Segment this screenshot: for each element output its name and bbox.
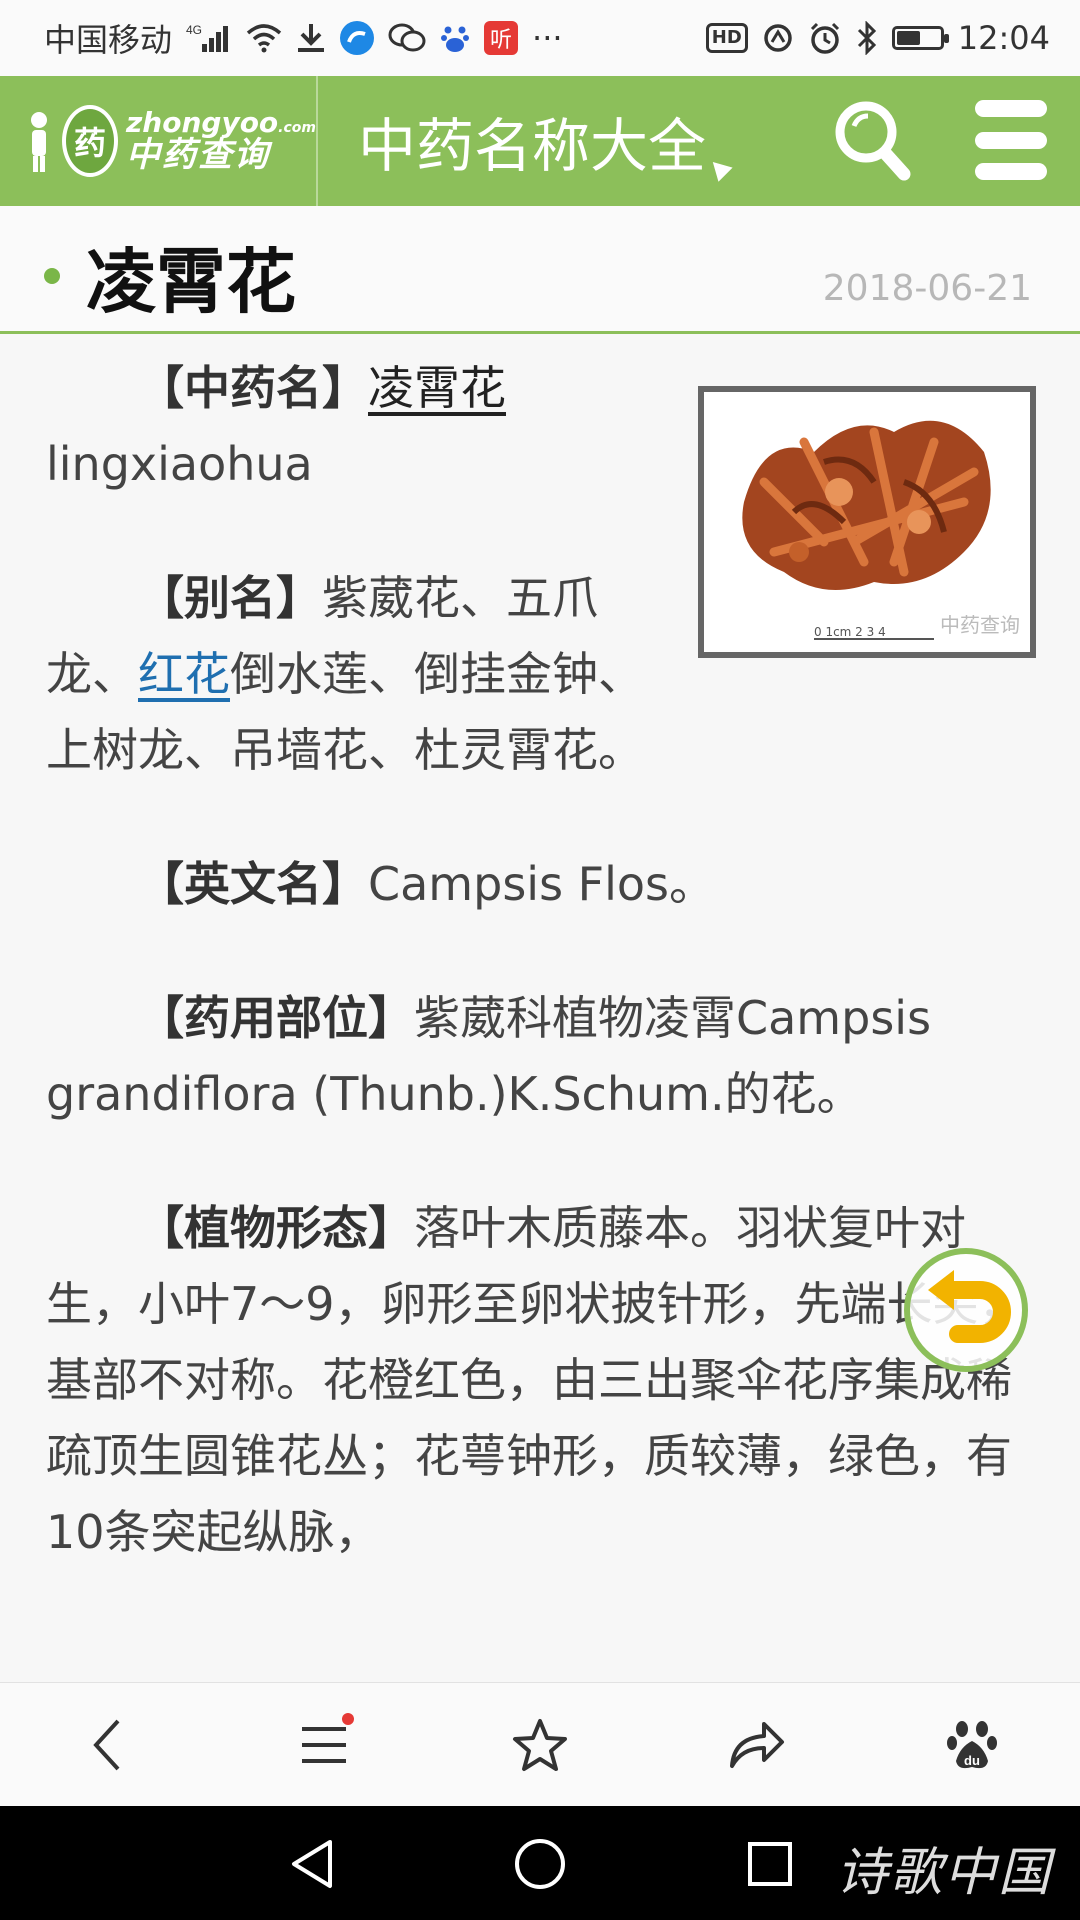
label-morphology: 【植物形态】 [138, 1201, 414, 1255]
status-bar-right: HD 12:04 [705, 19, 1050, 57]
nav-home-button[interactable] [510, 1834, 570, 1894]
menu-line [975, 100, 1047, 117]
herb-name-link[interactable]: 凌霄花 [368, 361, 506, 415]
site-header: 药 zhongyoo.com 中药查询 中药名称大全 [0, 76, 1080, 206]
article-body: 0 1cm 2 3 4 中药查询 【中药名】凌霄花 lingxiaohua 【别… [46, 350, 1036, 1628]
floating-back-button[interactable] [904, 1248, 1028, 1372]
download-icon [296, 22, 326, 54]
label-name: 【中药名】 [138, 361, 368, 415]
dropdown-caret-icon [705, 154, 733, 182]
signal-icon: 4G [186, 22, 232, 54]
red-flower-link[interactable]: 红花 [138, 647, 230, 701]
ting-app-label: 听 [490, 28, 513, 53]
more-icon: ··· [532, 19, 563, 57]
logo-emblem: 药 [62, 105, 118, 177]
wifi-icon [246, 23, 282, 53]
hamburger-icon [302, 1727, 346, 1763]
logo-domain: .com [278, 120, 316, 137]
section-morphology: 【植物形态】落叶木质藤本。羽状复叶对生，小叶7～9，卵形至卵状披针形，先端长尖，… [46, 1190, 1036, 1570]
square-recents-icon [748, 1842, 792, 1886]
chevron-left-icon [93, 1719, 120, 1771]
category-dropdown-label: 中药名称大全 [358, 112, 707, 180]
battery-level [896, 31, 920, 45]
scale-ruler: 0 1cm 2 3 4 [814, 626, 934, 640]
nav-recents-button[interactable] [740, 1834, 800, 1894]
back-button[interactable] [68, 1705, 148, 1785]
article-date: 2018-06-21 [822, 268, 1032, 309]
menu-line [975, 163, 1047, 180]
star-icon [513, 1719, 567, 1771]
section-english: 【英文名】Campsis Flos。 [46, 846, 1036, 922]
browser-toolbar: du [0, 1682, 1080, 1807]
label-alias: 【别名】 [138, 571, 322, 625]
label-english: 【英文名】 [138, 857, 368, 911]
wechat-icon [388, 22, 426, 54]
bluetooth-icon [856, 21, 878, 55]
category-dropdown[interactable]: 中药名称大全 [358, 99, 733, 183]
menu-button[interactable] [284, 1705, 364, 1785]
logo-subtitle: 中药查询 [126, 134, 270, 175]
label-medicinal-part: 【药用部位】 [138, 991, 414, 1045]
battery-icon [891, 26, 949, 50]
notification-dot [342, 1713, 354, 1725]
section-medicinal-part: 【药用部位】紫葳科植物凌霄Campsis grandiflora (Thunb.… [46, 980, 1036, 1132]
alarm-icon [808, 21, 842, 55]
image-watermark: 中药查询 [940, 613, 1020, 637]
baidu-icon [440, 22, 470, 54]
watermark: 诗歌中国 [835, 1843, 1052, 1903]
share-button[interactable] [716, 1705, 796, 1785]
browser-app-icon [340, 21, 375, 55]
hd-badge: HD [705, 23, 748, 53]
clock: 12:04 [957, 19, 1050, 57]
triangle-back-icon [292, 1840, 332, 1888]
ting-app-icon: 听 [484, 21, 519, 55]
network-type: 4G [186, 23, 202, 37]
menu-line [975, 131, 1047, 149]
system-nav-bar: 诗歌中国 [0, 1806, 1080, 1920]
english-name: Campsis Flos。 [368, 857, 715, 911]
bookmark-button[interactable] [500, 1705, 580, 1785]
return-arrow-icon [928, 1270, 1011, 1343]
herb-photo[interactable]: 0 1cm 2 3 4 中药查询 [698, 386, 1036, 658]
baidu-paw-icon: du [947, 1721, 997, 1769]
logo-text: zhongyoo.com 中药查询 [126, 108, 316, 173]
status-bar-left: 中国移动 4G 听 ··· [44, 15, 563, 61]
share-arrow-icon [730, 1722, 784, 1768]
search-icon[interactable] [832, 98, 912, 184]
pinyin: lingxiaohua [46, 437, 313, 491]
article-header: 凌霄花 2018-06-21 [0, 206, 1080, 334]
bullet-icon [44, 268, 60, 284]
section-name: 0 1cm 2 3 4 中药查询 【中药名】凌霄花 lingxiaohua [46, 350, 1036, 658]
circle-home-icon [515, 1839, 565, 1889]
data-saver-icon [762, 22, 794, 54]
svg-text:du: du [964, 1753, 980, 1768]
site-logo[interactable]: 药 zhongyoo.com 中药查询 [0, 76, 318, 206]
menu-icon[interactable] [975, 100, 1047, 180]
carrier-label: 中国移动 [44, 21, 173, 59]
article-title: 凌霄花 [86, 241, 296, 323]
nav-back-button[interactable] [282, 1834, 342, 1894]
baidu-home-button[interactable]: du [932, 1705, 1012, 1785]
logo-wordmark: zhongyoo.com [126, 108, 316, 137]
status-bar: 中国移动 4G 听 ··· HD 12:04 [0, 0, 1080, 76]
doctor-mascot-icon [24, 106, 54, 176]
